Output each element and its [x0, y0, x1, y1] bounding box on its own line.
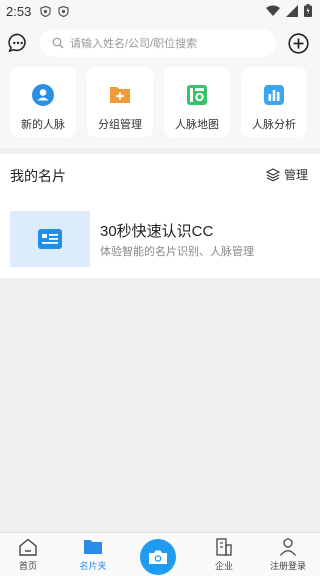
nav-card-holder[interactable]: 名片夹 — [61, 537, 125, 572]
nav-enterprise[interactable]: 企业 — [192, 537, 256, 572]
person-icon — [279, 538, 297, 556]
signal-icon — [286, 4, 298, 17]
nav-label: 企业 — [214, 561, 233, 571]
building-icon — [216, 538, 232, 556]
qa-label: 人脉地图 — [175, 119, 219, 131]
group-manage-button[interactable]: 分组管理 — [87, 67, 153, 137]
section-title: 我的名片 — [10, 168, 66, 184]
chart-icon — [262, 83, 286, 107]
shield-notification-icon — [39, 5, 51, 17]
promo-title: 30秒快速认识CC — [100, 223, 214, 240]
nav-label: 首页 — [18, 561, 37, 571]
nav-label: 注册登录 — [269, 561, 306, 571]
layers-icon — [265, 167, 280, 181]
folder-icon — [84, 540, 102, 554]
message-icon[interactable] — [8, 33, 28, 53]
status-indicators — [266, 4, 312, 17]
nav-register-login[interactable]: 注册登录 — [256, 537, 320, 572]
home-icon — [19, 538, 37, 556]
promo-subtitle: 体验智能的名片识别、人脉管理 — [100, 246, 254, 258]
folder-add-icon — [108, 83, 132, 107]
card-thumbnail — [10, 211, 90, 267]
contact-analysis-button[interactable]: 人脉分析 — [241, 67, 307, 137]
camera-button[interactable] — [140, 539, 176, 575]
new-contact-icon — [31, 83, 55, 107]
search-placeholder: 请输入姓名/公司/职位搜索 — [70, 38, 198, 50]
quick-actions: 新的人脉 分组管理 人脉地图 人脉分析 — [0, 64, 320, 148]
header: 请输入姓名/公司/职位搜索 — [0, 22, 320, 64]
intro-card[interactable]: 30秒快速认识CC 体验智能的名片识别、人脉管理 — [10, 211, 310, 267]
new-contacts-button[interactable]: 新的人脉 — [10, 67, 76, 137]
status-time: 2:53 — [6, 3, 32, 19]
qa-label: 新的人脉 — [21, 119, 65, 131]
wifi-icon — [266, 5, 280, 16]
manage-button[interactable]: 管理 — [265, 166, 308, 183]
nav-label: 名片夹 — [79, 561, 107, 571]
contact-map-button[interactable]: 人脉地图 — [164, 67, 230, 137]
map-icon — [185, 83, 209, 107]
search-icon — [52, 37, 64, 49]
add-icon[interactable] — [288, 33, 309, 54]
camera-icon — [149, 550, 167, 564]
qa-label: 人脉分析 — [252, 119, 296, 131]
battery-icon — [304, 4, 312, 17]
manage-label: 管理 — [283, 168, 308, 182]
nav-home[interactable]: 首页 — [0, 537, 60, 572]
business-card-icon — [38, 229, 62, 249]
qa-label: 分组管理 — [98, 119, 142, 131]
status-bar: 2:53 — [0, 0, 320, 22]
shield-notification-icon — [57, 5, 69, 17]
search-input[interactable]: 请输入姓名/公司/职位搜索 — [40, 29, 276, 57]
my-cards-section: 我的名片 管理 30秒快速认识CC 体验智能的名片识别、人脉管理 — [0, 154, 320, 278]
